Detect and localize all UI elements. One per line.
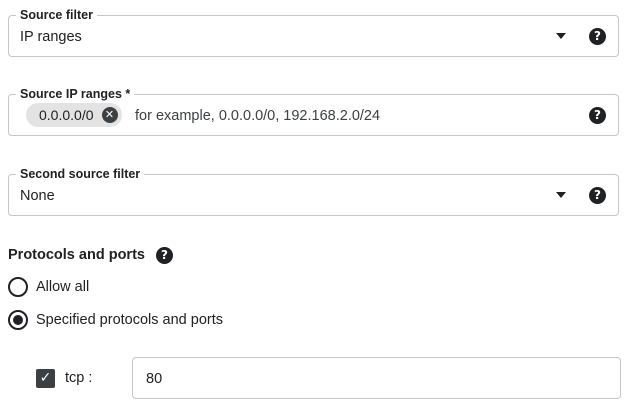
source-filter-label: Source filter <box>16 7 97 23</box>
source-ip-ranges-field[interactable]: Source IP ranges * 0.0.0.0/0 ✕ for examp… <box>8 86 619 136</box>
ip-range-chip-text: 0.0.0.0/0 <box>39 107 94 123</box>
ip-range-chip[interactable]: 0.0.0.0/0 ✕ <box>26 103 122 127</box>
dropdown-arrow-icon[interactable] <box>556 192 566 198</box>
second-source-filter-select[interactable]: Second source filter None ? <box>8 166 619 216</box>
tcp-label: tcp : <box>65 370 93 386</box>
tcp-ports-input[interactable]: 80 <box>132 357 621 399</box>
dropdown-arrow-icon[interactable] <box>556 33 566 39</box>
help-icon[interactable]: ? <box>156 247 173 264</box>
source-filter-value: IP ranges <box>20 29 82 45</box>
help-icon[interactable]: ? <box>589 28 606 45</box>
second-source-filter-value: None <box>20 188 55 204</box>
ip-ranges-input-placeholder[interactable]: for example, 0.0.0.0/0, 192.168.2.0/24 <box>135 107 380 125</box>
radio-label: Allow all <box>36 279 90 295</box>
close-icon[interactable]: ✕ <box>101 107 118 123</box>
tcp-ports-value: 80 <box>146 371 163 387</box>
radio-specified-protocols[interactable]: Specified protocols and ports <box>8 309 223 331</box>
radio-allow-all[interactable]: Allow all <box>8 276 89 298</box>
radio-label: Specified protocols and ports <box>36 312 223 328</box>
help-icon[interactable]: ? <box>589 107 606 124</box>
tcp-checkbox[interactable]: ✓ <box>36 369 55 388</box>
help-icon[interactable]: ? <box>589 187 606 204</box>
radio-button-checked[interactable] <box>8 310 28 330</box>
protocols-and-ports-title: Protocols and ports <box>8 247 145 263</box>
second-source-filter-label: Second source filter <box>16 166 145 182</box>
source-ip-ranges-label: Source IP ranges * <box>16 86 135 102</box>
radio-button[interactable] <box>8 277 28 297</box>
source-filter-select[interactable]: Source filter IP ranges ? <box>8 7 619 57</box>
